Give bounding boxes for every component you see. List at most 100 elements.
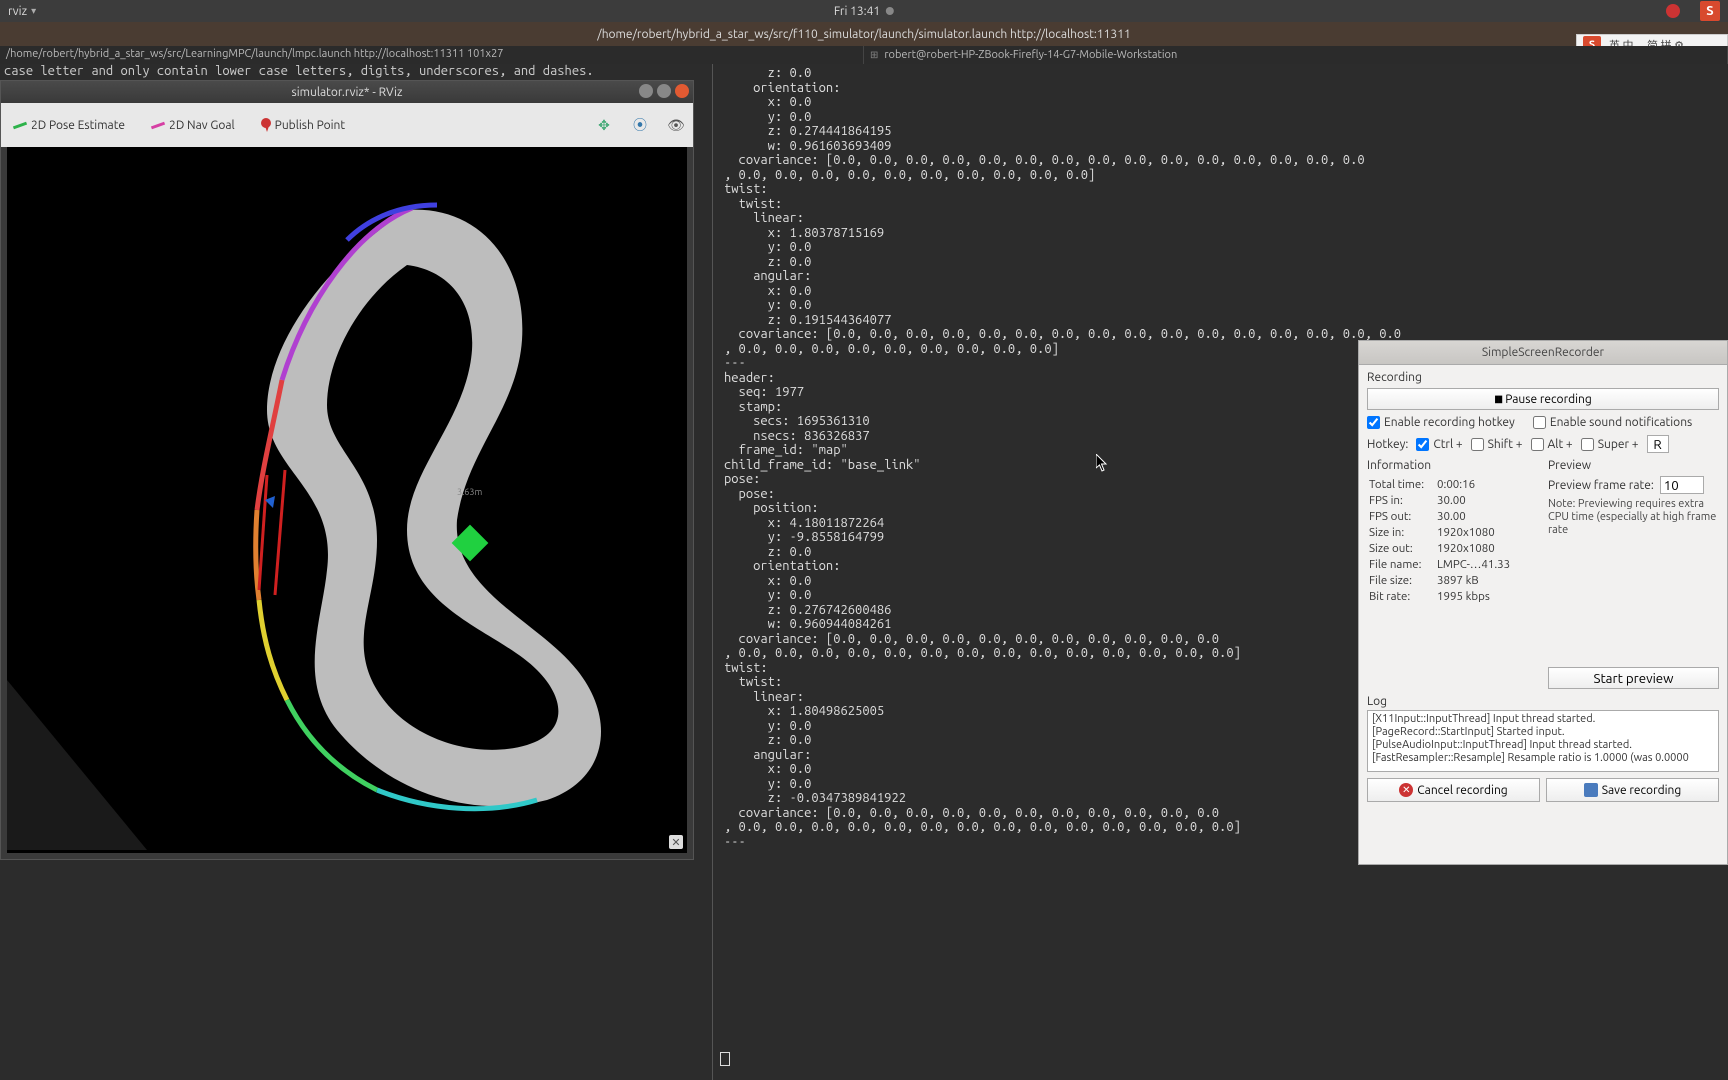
recording-indicator-icon[interactable] bbox=[1666, 4, 1680, 18]
fps-in-value: 30.00 bbox=[1437, 494, 1538, 507]
super-mod-checkbox[interactable]: Super + bbox=[1581, 438, 1639, 451]
clock[interactable]: Fri 13:41 bbox=[834, 5, 894, 18]
hotkey-key-input[interactable] bbox=[1647, 435, 1669, 453]
maximize-icon[interactable] bbox=[657, 84, 671, 98]
ctrl-input[interactable] bbox=[1416, 438, 1429, 451]
shift-input[interactable] bbox=[1471, 438, 1484, 451]
rviz-title: simulator.rviz* - RViz bbox=[291, 86, 402, 99]
rviz-3d-view[interactable]: 3.63m ✕ bbox=[7, 147, 687, 853]
alt-label: Alt + bbox=[1548, 438, 1573, 451]
alt-input[interactable] bbox=[1531, 438, 1544, 451]
size-out-label: Size out: bbox=[1369, 542, 1437, 555]
cancel-icon: ✕ bbox=[1399, 783, 1413, 797]
super-input[interactable] bbox=[1581, 438, 1594, 451]
terminal-tab-left[interactable]: /home/robert/hybrid_a_star_ws/src/Learni… bbox=[0, 46, 864, 64]
alt-mod-checkbox[interactable]: Alt + bbox=[1531, 438, 1573, 451]
cancel-label: Cancel recording bbox=[1417, 784, 1507, 797]
terminal-tab-right[interactable]: ⊞ robert@robert-HP-ZBook-Firefly-14-G7-M… bbox=[864, 46, 1728, 64]
sogou-ime-icon[interactable]: S bbox=[1700, 1, 1720, 21]
file-size-value: 3897 kB bbox=[1437, 574, 1538, 587]
tool-2d-pose-estimate[interactable]: 2D Pose Estimate bbox=[9, 117, 129, 134]
hotkey-row: Hotkey: Ctrl + Shift + Alt + Super + bbox=[1367, 435, 1719, 453]
size-in-value: 1920x1080 bbox=[1437, 526, 1538, 539]
fps-in-label: FPS in: bbox=[1369, 494, 1437, 507]
tool-label: Publish Point bbox=[275, 119, 345, 132]
pause-icon: ▮▮ bbox=[1494, 393, 1501, 405]
focus-camera-icon[interactable]: ⦿ bbox=[631, 116, 649, 134]
pose-estimate-icon bbox=[13, 121, 27, 129]
super-label: Super + bbox=[1598, 438, 1639, 451]
enable-sound-label: Enable sound notifications bbox=[1550, 416, 1692, 429]
chevron-down-icon: ▾ bbox=[31, 5, 36, 17]
save-label: Save recording bbox=[1602, 784, 1682, 797]
file-name-label: File name: bbox=[1369, 558, 1437, 571]
log-line: [X11Input::InputThread] Input thread sta… bbox=[1372, 713, 1714, 726]
ssr-window: SimpleScreenRecorder Recording ▮▮ Pause … bbox=[1358, 340, 1728, 865]
system-tray: S bbox=[1666, 1, 1720, 21]
enable-sound-checkbox[interactable]: Enable sound notifications bbox=[1533, 416, 1692, 429]
move-camera-icon[interactable]: ✥ bbox=[595, 116, 613, 134]
terminal-split-divider[interactable] bbox=[712, 64, 713, 1080]
terminal-cursor-icon bbox=[720, 1052, 730, 1066]
minimize-icon[interactable] bbox=[639, 84, 653, 98]
bit-rate-value: 1995 kbps bbox=[1437, 590, 1538, 603]
rviz-window: simulator.rviz* - RViz 2D Pose Estimate … bbox=[0, 80, 694, 860]
ssr-titlebar[interactable]: SimpleScreenRecorder bbox=[1359, 341, 1727, 365]
bit-rate-label: Bit rate: bbox=[1369, 590, 1437, 603]
section-preview-label: Preview bbox=[1548, 459, 1719, 472]
enable-sound-input[interactable] bbox=[1533, 416, 1546, 429]
measure-icon[interactable]: 👁 bbox=[667, 116, 685, 134]
rviz-titlebar[interactable]: simulator.rviz* - RViz bbox=[1, 81, 693, 103]
tool-publish-point[interactable]: Publish Point bbox=[257, 116, 349, 134]
fps-out-label: FPS out: bbox=[1369, 510, 1437, 523]
log-line: [PageRecord::StartInput] Started input. bbox=[1372, 726, 1714, 739]
close-icon[interactable] bbox=[675, 84, 689, 98]
hotkey-label: Hotkey: bbox=[1367, 438, 1408, 451]
ctrl-mod-checkbox[interactable]: Ctrl + bbox=[1416, 438, 1462, 451]
information-column: Information Total time:0:00:16 FPS in:30… bbox=[1367, 459, 1538, 689]
clock-text: Fri 13:41 bbox=[834, 5, 880, 18]
pause-recording-button[interactable]: ▮▮ Pause recording bbox=[1367, 388, 1719, 410]
rviz-toolbar: 2D Pose Estimate 2D Nav Goal Publish Poi… bbox=[1, 103, 693, 147]
enable-hotkey-label: Enable recording hotkey bbox=[1384, 416, 1515, 429]
preview-rate-label: Preview frame rate: bbox=[1548, 479, 1654, 492]
fps-out-value: 30.00 bbox=[1437, 510, 1538, 523]
tool-label: 2D Pose Estimate bbox=[31, 119, 125, 132]
terminal-tab-right-label: robert@robert-HP-ZBook-Firefly-14-G7-Mob… bbox=[884, 49, 1177, 61]
log-line: [PulseAudioInput::InputThread] Input thr… bbox=[1372, 739, 1714, 752]
shift-mod-checkbox[interactable]: Shift + bbox=[1471, 438, 1523, 451]
save-recording-button[interactable]: Save recording bbox=[1546, 778, 1719, 802]
save-icon bbox=[1584, 783, 1598, 797]
panel-close-icon[interactable]: ✕ bbox=[669, 835, 683, 849]
ssr-title: SimpleScreenRecorder bbox=[1482, 346, 1604, 359]
enable-hotkey-input[interactable] bbox=[1367, 416, 1380, 429]
start-preview-button[interactable]: Start preview bbox=[1548, 667, 1719, 689]
log-box[interactable]: [X11Input::InputThread] Input thread sta… bbox=[1367, 710, 1719, 772]
app-name: rviz bbox=[8, 5, 27, 18]
ctrl-label: Ctrl + bbox=[1433, 438, 1462, 451]
terminal-tabstrip: /home/robert/hybrid_a_star_ws/src/Learni… bbox=[0, 46, 1728, 64]
log-line: [FastResampler::Resample] Resample ratio… bbox=[1372, 752, 1714, 765]
tool-2d-nav-goal[interactable]: 2D Nav Goal bbox=[147, 117, 239, 134]
nav-goal-icon bbox=[151, 121, 165, 129]
terminal-titlebar[interactable]: /home/robert/hybrid_a_star_ws/src/f110_s… bbox=[0, 22, 1728, 46]
terminal-title: /home/robert/hybrid_a_star_ws/src/f110_s… bbox=[597, 28, 1130, 41]
size-out-value: 1920x1080 bbox=[1437, 542, 1538, 555]
app-menu[interactable]: rviz ▾ bbox=[8, 5, 36, 18]
section-log-label: Log bbox=[1367, 695, 1719, 708]
file-name-value: LMPC-…41.33 bbox=[1437, 558, 1538, 571]
preview-rate-input[interactable] bbox=[1660, 476, 1704, 494]
cancel-recording-button[interactable]: ✕ Cancel recording bbox=[1367, 778, 1540, 802]
section-info-label: Information bbox=[1367, 459, 1538, 472]
file-size-label: File size: bbox=[1369, 574, 1437, 587]
total-time-label: Total time: bbox=[1369, 478, 1437, 491]
split-grid-icon: ⊞ bbox=[870, 49, 878, 61]
size-in-label: Size in: bbox=[1369, 526, 1437, 539]
total-time-value: 0:00:16 bbox=[1437, 478, 1538, 491]
tool-label: 2D Nav Goal bbox=[169, 119, 235, 132]
svg-text:3.63m: 3.63m bbox=[457, 487, 482, 497]
shift-label: Shift + bbox=[1488, 438, 1523, 451]
enable-hotkey-checkbox[interactable]: Enable recording hotkey bbox=[1367, 416, 1515, 429]
system-menubar: rviz ▾ Fri 13:41 S bbox=[0, 0, 1728, 22]
window-buttons bbox=[639, 84, 689, 98]
